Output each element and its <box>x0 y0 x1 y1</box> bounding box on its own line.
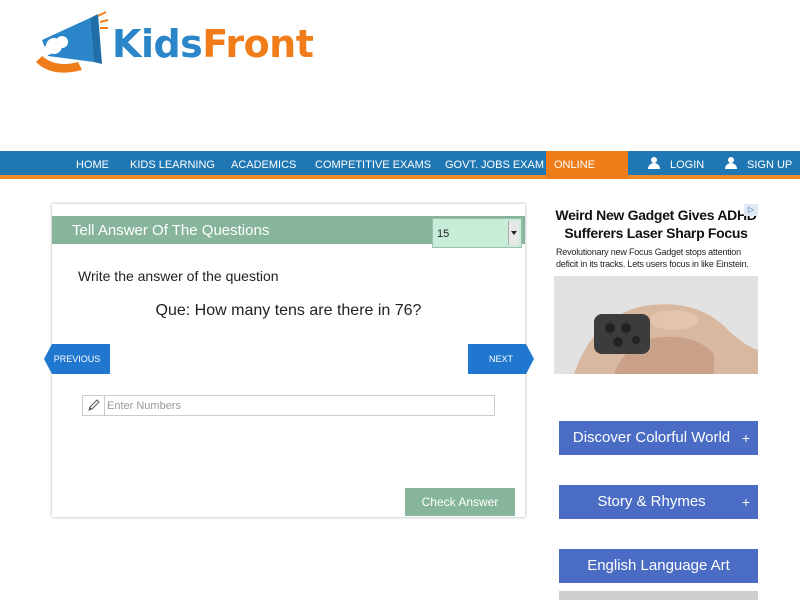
gadget-hand-image <box>554 276 758 374</box>
ad-description: Revolutionary new Focus Gadget stops att… <box>556 247 749 269</box>
next-button[interactable]: NEXT <box>468 344 534 374</box>
user-icon <box>725 157 737 169</box>
quiz-question: Que: How many tens are there in 76? <box>155 302 422 319</box>
english-language-art-button[interactable]: English Language Art <box>559 549 758 583</box>
nav-academics[interactable]: ACADEMICS <box>231 151 296 179</box>
logo-front: Front <box>202 22 314 66</box>
answer-input[interactable] <box>107 397 492 414</box>
main-nav: HOME KIDS LEARNING ACADEMICS COMPETITIVE… <box>0 151 800 199</box>
nav-login-label: LOGIN <box>670 159 705 171</box>
nav-signup-label: SIGN UP <box>747 159 793 171</box>
logo-text: KidsFront <box>112 22 314 66</box>
quiz-title: Tell Answer Of The Questions <box>72 222 270 239</box>
ad-image[interactable] <box>554 276 758 374</box>
advertisement[interactable]: Weird New Gadget Gives ADHD Sufferers La… <box>554 204 758 374</box>
sidebar-next-item[interactable] <box>559 591 758 600</box>
adchoices-icon[interactable]: ▷ <box>744 204 758 216</box>
nav-govt-jobs-exam[interactable]: GOVT. JOBS EXAM <box>445 151 544 179</box>
answer-input-group <box>82 395 495 416</box>
pencil-icon <box>83 396 105 415</box>
check-answer-button[interactable]: Check Answer <box>405 488 515 516</box>
discover-colorful-world-label: Discover Colorful World <box>572 429 731 446</box>
logo-kids: Kids <box>112 22 203 66</box>
ad-headline[interactable]: Weird New Gadget Gives ADHD Sufferers La… <box>554 206 758 242</box>
nav-login[interactable]: LOGIN <box>648 151 704 179</box>
page: KidsFront HOME KIDS LEARNING ACADEMICS C… <box>0 0 800 600</box>
kidsfront-logo[interactable]: KidsFront <box>32 10 322 80</box>
nav-home[interactable]: HOME <box>76 151 109 179</box>
question-count-select[interactable]: 15 <box>432 218 522 248</box>
logo-megaphone-icon <box>36 11 109 73</box>
quiz-panel: Tell Answer Of The Questions 15 Write th… <box>44 204 525 517</box>
previous-button[interactable]: PREVIOUS <box>44 344 110 374</box>
nav-kids-learning[interactable]: KIDS LEARNING <box>130 151 215 179</box>
nav-competitive-exams[interactable]: COMPETITIVE EXAMS <box>315 151 431 179</box>
plus-icon: + <box>741 494 750 510</box>
quiz-instruction: Write the answer of the question <box>78 268 279 284</box>
story-rhymes-button[interactable]: Story & Rhymes + <box>559 485 758 519</box>
user-icon <box>648 157 660 169</box>
nav-online-test[interactable]: ONLINE TEST <box>546 151 628 199</box>
question-count-value: 15 <box>437 228 450 240</box>
discover-colorful-world-button[interactable]: Discover Colorful World + <box>559 421 758 455</box>
story-rhymes-label: Story & Rhymes <box>597 493 706 510</box>
nav-signup[interactable]: SIGN UP <box>725 151 792 179</box>
plus-icon: + <box>741 430 750 446</box>
chevron-down-icon[interactable] <box>508 221 519 245</box>
english-language-art-label: English Language Art <box>587 557 730 574</box>
